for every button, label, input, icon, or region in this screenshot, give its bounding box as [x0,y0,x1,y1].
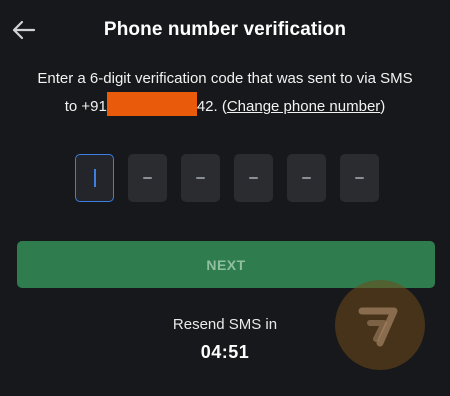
phone-verification-screen: Phone number verification Enter a 6-digi… [0,0,450,396]
message-close-paren: ) [380,98,386,115]
otp-digit-2[interactable] [128,154,167,202]
otp-digit-6[interactable] [340,154,379,202]
otp-digit-1[interactable] [75,154,114,202]
watermark-logo [335,280,425,370]
change-phone-number-link[interactable]: Change phone number [227,98,380,115]
empty-digit-placeholder [196,177,205,179]
message-phone-prefix: to +91 [64,98,107,115]
message-line-1: Enter a 6-digit verification code that w… [37,70,413,87]
text-caret [93,169,96,187]
otp-digit-3[interactable] [181,154,220,202]
empty-digit-placeholder [302,177,311,179]
otp-digit-5[interactable] [287,154,326,202]
redacted-phone-number [106,92,197,116]
watermark-7-icon [358,307,398,347]
verification-message: Enter a 6-digit verification code that w… [12,66,438,120]
header: Phone number verification [0,0,450,62]
empty-digit-placeholder [249,177,258,179]
empty-digit-placeholder [355,177,364,179]
otp-input-group [75,154,379,202]
next-button-label: NEXT [206,256,246,273]
empty-digit-placeholder [143,177,152,179]
otp-digit-4[interactable] [234,154,273,202]
page-title: Phone number verification [103,19,347,40]
message-phone-suffix: 42. ( [196,98,227,115]
